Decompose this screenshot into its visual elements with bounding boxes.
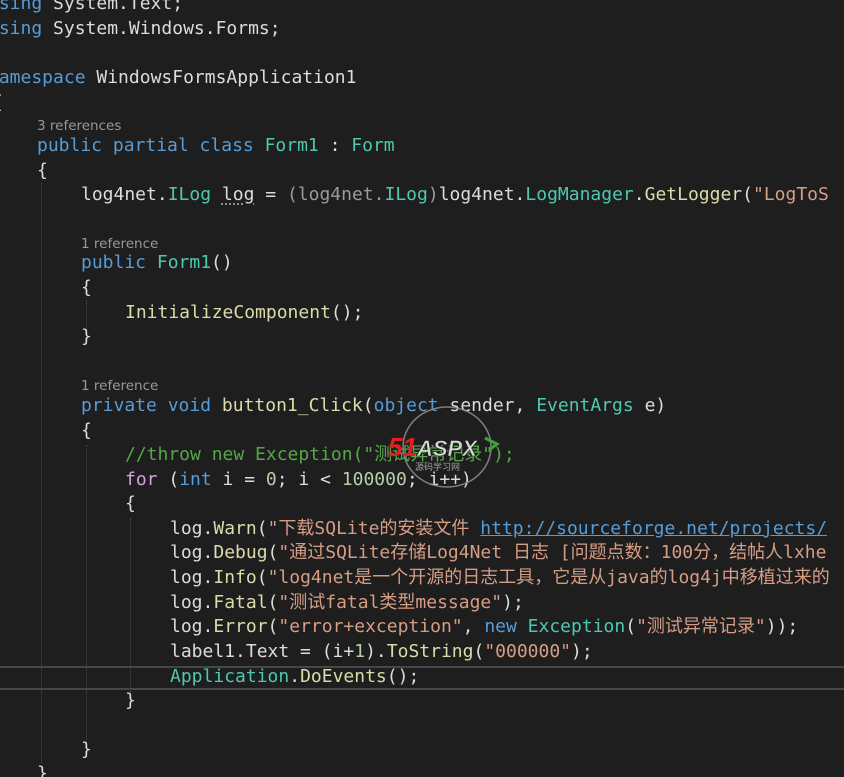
- code-line-brace[interactable]: }: [81, 325, 92, 349]
- code-line-click-decl[interactable]: private void button1_Click(object sender…: [81, 394, 666, 418]
- code-line-brace[interactable]: }: [125, 689, 136, 713]
- code-line-using-text[interactable]: using System.Text;: [0, 0, 183, 16]
- watermark-logo: 51 ASPX 源码学习网: [388, 406, 500, 488]
- code-line-brace[interactable]: {: [125, 492, 136, 516]
- code-line-brace[interactable]: {: [0, 91, 3, 115]
- svg-text:源码学习网: 源码学习网: [415, 461, 460, 473]
- code-line-warn[interactable]: log.Warn("下载SQLite的安装文件 http://sourcefor…: [170, 517, 827, 541]
- svg-text:51: 51: [388, 432, 417, 462]
- current-line-highlight: [0, 666, 844, 690]
- code-line-doevents[interactable]: Application.DoEvents();: [170, 665, 419, 689]
- code-line-using-forms[interactable]: using System.Windows.Forms;: [0, 17, 281, 41]
- code-line-error[interactable]: log.Error("error+exception", new Excepti…: [170, 615, 798, 639]
- code-line-field-log[interactable]: log4net.ILog log = (log4net.ILog)log4net…: [81, 183, 829, 207]
- code-line-brace[interactable]: }: [81, 738, 92, 762]
- code-line-initialize[interactable]: InitializeComponent();: [125, 301, 363, 325]
- svg-text:ASPX: ASPX: [416, 436, 478, 461]
- code-line-brace[interactable]: {: [37, 159, 48, 183]
- code-line-brace[interactable]: }: [37, 762, 48, 777]
- code-line-brace[interactable]: {: [81, 276, 92, 300]
- code-editor[interactable]: using System.Text; using System.Windows.…: [0, 0, 844, 777]
- code-line-ctor-decl[interactable]: public Form1(): [81, 251, 233, 275]
- code-line-debug[interactable]: log.Debug("通过SQLite存储Log4Net 日志 [问题点数：10…: [170, 541, 826, 565]
- url-link[interactable]: http://sourceforge.net/projects/: [480, 518, 827, 539]
- code-line-brace[interactable]: {: [81, 419, 92, 443]
- code-line-fatal[interactable]: log.Fatal("测试fatal类型message");: [170, 591, 524, 615]
- codelens-references[interactable]: 1 reference: [81, 377, 158, 395]
- code-line-label[interactable]: label1.Text = (i+1).ToString("000000");: [170, 640, 593, 664]
- code-line-namespace[interactable]: namespace WindowsFormsApplication1: [0, 66, 356, 90]
- indent-guide: [86, 445, 87, 745]
- code-line-class-decl[interactable]: public partial class Form1 : Form: [37, 134, 395, 158]
- codelens-references[interactable]: 3 references: [37, 117, 121, 135]
- code-line-info[interactable]: log.Info("log4net是一个开源的日志工具，它是从java的log4…: [170, 566, 830, 590]
